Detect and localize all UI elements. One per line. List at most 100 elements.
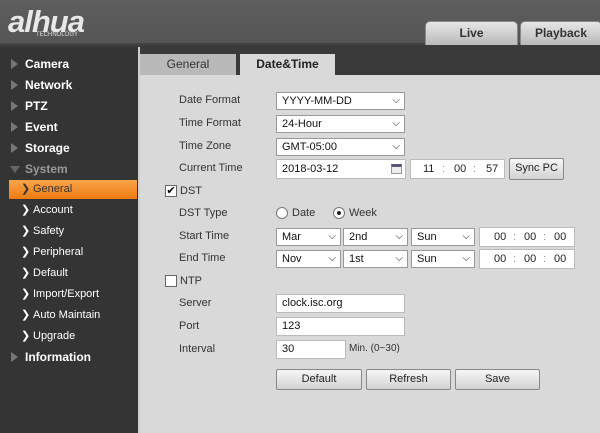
value: GMT-05:00 xyxy=(282,141,338,153)
current-date-input[interactable]: 2018-03-12 xyxy=(276,159,406,179)
sidebar-subitem-peripheral[interactable]: ❯ Peripheral xyxy=(9,243,137,262)
sidebar-subitem-auto-maintain[interactable]: ❯ Auto Maintain xyxy=(9,306,137,325)
value: 1st xyxy=(349,253,364,265)
second[interactable]: 00 xyxy=(554,228,566,246)
tab-date-time[interactable]: Date&Time xyxy=(240,54,335,75)
refresh-button[interactable]: Refresh xyxy=(366,369,451,390)
triangle-right-icon xyxy=(11,122,18,132)
logo-subtitle: TECHNOLOGY xyxy=(36,32,79,38)
chevron-right-icon: ❯ xyxy=(21,204,31,216)
sep: : xyxy=(543,253,547,265)
dst-type-label: DST Type xyxy=(179,207,228,219)
sidebar-item-information[interactable]: Information xyxy=(0,347,138,367)
sidebar-subitem-account[interactable]: ❯ Account xyxy=(9,201,137,220)
start-day-select[interactable]: Sun ⌵ xyxy=(411,228,475,246)
start-month-select[interactable]: Mar ⌵ xyxy=(276,228,341,246)
current-time-label: Current Time xyxy=(179,162,243,174)
sync-pc-button[interactable]: Sync PC xyxy=(509,158,564,180)
time-zone-select[interactable]: GMT-05:00 ⌵ xyxy=(276,138,405,156)
value: 24-Hour xyxy=(282,118,322,130)
chevron-right-icon: ❯ xyxy=(21,183,31,195)
minute[interactable]: 00 xyxy=(454,160,466,178)
tab-live[interactable]: Live xyxy=(425,21,518,45)
label: Information xyxy=(25,350,91,364)
end-week-select[interactable]: 1st ⌵ xyxy=(343,250,408,268)
default-button[interactable]: Default xyxy=(276,369,362,390)
sidebar-subitem-upgrade[interactable]: ❯ Upgrade xyxy=(9,327,137,346)
triangle-down-icon xyxy=(10,166,20,173)
label: Default xyxy=(33,267,68,279)
time-format-label: Time Format xyxy=(179,117,241,129)
sidebar-item-network[interactable]: Network xyxy=(0,75,138,95)
start-time-input[interactable]: 00: 00: 00 xyxy=(479,227,575,247)
value: Mar xyxy=(282,231,301,243)
tab-general[interactable]: General xyxy=(140,54,236,75)
sidebar-subitem-default[interactable]: ❯ Default xyxy=(9,264,137,283)
minute[interactable]: 00 xyxy=(524,250,536,268)
end-month-select[interactable]: Nov ⌵ xyxy=(276,250,341,268)
chevron-right-icon: ❯ xyxy=(21,288,31,300)
hour[interactable]: 00 xyxy=(494,228,506,246)
dst-type-date-radio[interactable] xyxy=(276,207,288,219)
sep: : xyxy=(543,231,547,243)
triangle-right-icon xyxy=(11,59,18,69)
hour[interactable]: 00 xyxy=(494,250,506,268)
dst-type-week-radio[interactable] xyxy=(333,207,345,219)
end-day-select[interactable]: Sun ⌵ xyxy=(411,250,475,268)
time-zone-label: Time Zone xyxy=(179,140,232,152)
sep: : xyxy=(513,253,517,265)
port-label: Port xyxy=(179,320,200,332)
second[interactable]: 57 xyxy=(486,160,498,178)
tab-playback[interactable]: Playback xyxy=(520,21,600,45)
interval-hint: Min. (0~30) xyxy=(349,343,400,354)
sidebar-subitem-general[interactable]: ❯ General xyxy=(9,180,137,199)
port-input[interactable]: 123 xyxy=(276,317,405,336)
dst-label: DST xyxy=(180,185,202,197)
sep: : xyxy=(473,163,477,175)
value: YYYY-MM-DD xyxy=(282,95,352,107)
label: Peripheral xyxy=(33,246,84,258)
date-format-label: Date Format xyxy=(179,94,241,106)
hour[interactable]: 11 xyxy=(423,160,434,178)
date-format-select[interactable]: YYYY-MM-DD ⌵ xyxy=(276,92,405,110)
chevron-down-icon: ⌵ xyxy=(328,253,336,264)
interval-input[interactable]: 30 xyxy=(276,340,346,359)
sidebar-item-ptz[interactable]: PTZ xyxy=(0,96,138,116)
sidebar-item-system[interactable]: System xyxy=(0,159,138,179)
label: PTZ xyxy=(25,99,48,113)
value: Sun xyxy=(417,231,437,243)
sidebar-subitem-import-export[interactable]: ❯ Import/Export xyxy=(9,285,137,304)
ntp-label: NTP xyxy=(180,275,202,287)
interval-label: Interval xyxy=(179,343,216,355)
chevron-down-icon: ⌵ xyxy=(392,95,400,106)
label: Storage xyxy=(25,141,70,155)
label: Import/Export xyxy=(33,288,100,300)
triangle-right-icon xyxy=(11,352,18,362)
server-label: Server xyxy=(179,297,212,309)
start-week-select[interactable]: 2nd ⌵ xyxy=(343,228,408,246)
sidebar-item-event[interactable]: Event xyxy=(0,117,138,137)
label: General xyxy=(33,183,73,195)
chevron-right-icon: ❯ xyxy=(21,330,31,342)
second[interactable]: 00 xyxy=(554,250,566,268)
minute[interactable]: 00 xyxy=(524,228,536,246)
server-input[interactable]: clock.isc.org xyxy=(276,294,405,313)
calendar-icon[interactable] xyxy=(391,164,402,174)
sidebar-item-camera[interactable]: Camera xyxy=(0,54,138,74)
sidebar-item-storage[interactable]: Storage xyxy=(0,138,138,158)
save-button[interactable]: Save xyxy=(455,369,540,390)
sep: : xyxy=(442,163,446,175)
value: Nov xyxy=(282,253,302,265)
end-time-label: End Time xyxy=(179,252,226,264)
label: System xyxy=(25,162,68,176)
value: Sun xyxy=(417,253,437,265)
current-time-input[interactable]: 11: 00: 57 xyxy=(410,159,505,179)
end-time-input[interactable]: 00: 00: 00 xyxy=(479,249,575,269)
dst-type-week-label: Week xyxy=(349,207,377,219)
time-format-select[interactable]: 24-Hour ⌵ xyxy=(276,115,405,133)
sidebar-subitem-safety[interactable]: ❯ Safety xyxy=(9,222,137,241)
chevron-right-icon: ❯ xyxy=(21,267,31,279)
dst-checkbox[interactable]: ✔ xyxy=(165,185,177,197)
chevron-right-icon: ❯ xyxy=(21,225,31,237)
ntp-checkbox[interactable] xyxy=(165,275,177,287)
